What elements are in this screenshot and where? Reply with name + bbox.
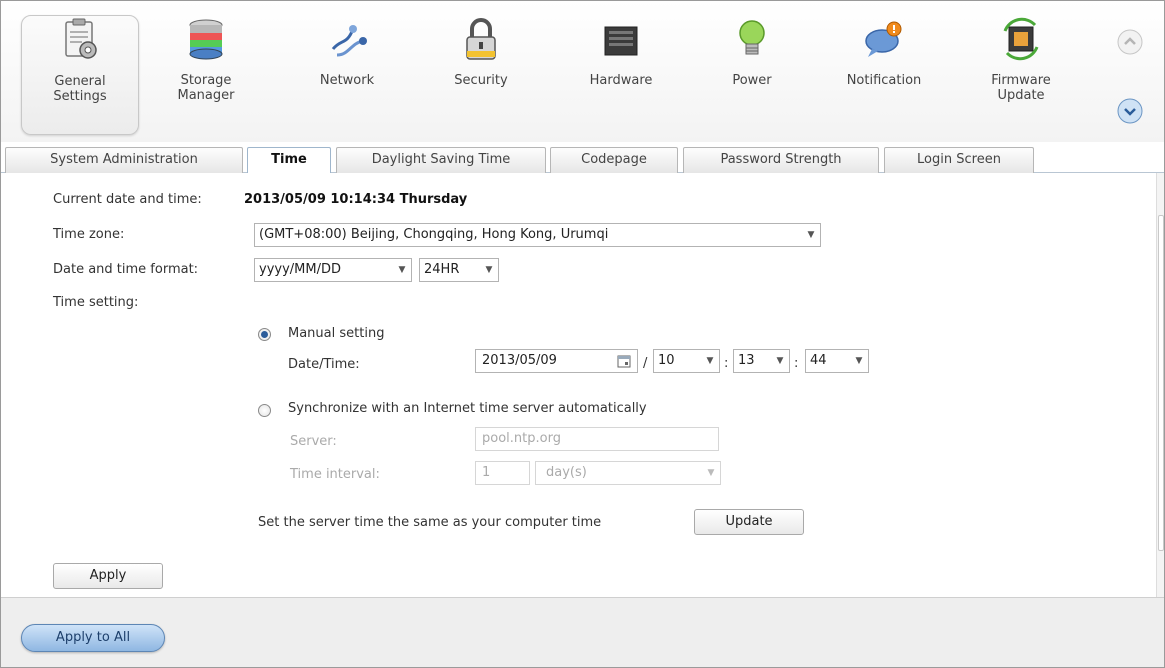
time-separator: :: [794, 356, 799, 371]
category-label: Hardware: [589, 73, 653, 88]
server-input[interactable]: pool.ntp.org: [475, 427, 719, 451]
apply-to-all-button[interactable]: Apply to All: [21, 624, 165, 652]
interval-unit-value: day(s): [546, 465, 587, 480]
timezone-label: Time zone:: [53, 227, 125, 242]
content-scrollbar[interactable]: [1156, 173, 1164, 597]
date-format-value: yyyy/MM/DD: [259, 262, 341, 277]
server-label: Server:: [290, 434, 337, 449]
chevron-down-icon: ▼: [485, 265, 493, 275]
current-datetime-value: 2013/05/09 10:14:34 Thursday: [244, 192, 468, 207]
scroll-up-icon[interactable]: [1117, 29, 1143, 55]
category-power[interactable]: Power: [707, 15, 797, 135]
manual-setting-label: Manual setting: [288, 326, 385, 341]
category-toolbar: General Settings Storage Manager Network…: [1, 1, 1164, 142]
sync-server-label: Synchronize with an Internet time server…: [288, 401, 647, 416]
hardware-icon: [604, 26, 638, 56]
hour-value: 10: [658, 353, 675, 368]
storage-manager-icon: [189, 19, 223, 60]
chevron-down-icon: ▼: [707, 468, 715, 478]
sync-server-radio[interactable]: [258, 404, 271, 417]
tab-password-strength[interactable]: Password Strength: [683, 147, 879, 173]
settings-tabs: System Administration Time Daylight Savi…: [1, 142, 1164, 174]
network-icon: [331, 25, 367, 57]
timezone-select[interactable]: (GMT+08:00) Beijing, Chongqing, Hong Kon…: [254, 223, 821, 247]
category-label: Storage Manager: [177, 73, 235, 103]
time-settings-panel: Current date and time: 2013/05/09 10:14:…: [1, 173, 1164, 597]
current-datetime-label: Current date and time:: [53, 192, 202, 207]
category-security[interactable]: Security: [431, 15, 531, 135]
tab-time[interactable]: Time: [247, 147, 331, 174]
power-bulb-icon: [739, 20, 765, 55]
date-value: 2013/05/09: [482, 353, 557, 368]
category-storage-manager[interactable]: Storage Manager: [151, 15, 261, 135]
category-notification[interactable]: Notification: [829, 15, 939, 135]
category-hardware[interactable]: Hardware: [571, 15, 671, 135]
category-label: Network: [319, 73, 375, 88]
second-select[interactable]: 44 ▼: [805, 349, 869, 373]
footer-bar: Apply to All: [1, 597, 1164, 667]
time-separator: :: [724, 356, 729, 371]
minute-select[interactable]: 13 ▼: [733, 349, 790, 373]
set-server-time-text: Set the server time the same as your com…: [258, 515, 602, 530]
hour-select[interactable]: 10 ▼: [653, 349, 720, 373]
tab-login-screen[interactable]: Login Screen: [884, 147, 1034, 173]
calendar-icon[interactable]: [617, 354, 631, 368]
time-format-select[interactable]: 24HR ▼: [419, 258, 499, 282]
category-label: Notification: [846, 73, 922, 88]
scrollbar-thumb[interactable]: [1158, 215, 1164, 551]
scroll-down-icon[interactable]: [1117, 98, 1143, 124]
time-format-value: 24HR: [424, 262, 460, 277]
datetime-format-label: Date and time format:: [53, 262, 199, 277]
chevron-down-icon: ▼: [398, 265, 406, 275]
time-setting-label: Time setting:: [53, 295, 139, 310]
time-interval-label: Time interval:: [290, 467, 380, 482]
chevron-down-icon: ▼: [776, 356, 784, 366]
notification-icon: [865, 21, 902, 57]
chevron-down-icon: ▼: [807, 230, 815, 240]
interval-input[interactable]: 1: [475, 461, 530, 485]
date-time-separator: /: [643, 356, 648, 371]
category-label: General Settings: [53, 74, 107, 104]
category-firmware-update[interactable]: Firmware Update: [971, 15, 1071, 135]
second-value: 44: [810, 353, 827, 368]
general-settings-icon: [65, 18, 97, 59]
tab-codepage[interactable]: Codepage: [550, 147, 678, 173]
interval-value: 1: [482, 465, 491, 480]
date-format-select[interactable]: yyyy/MM/DD ▼: [254, 258, 412, 282]
apply-button[interactable]: Apply: [53, 563, 163, 589]
datetime-label: Date/Time:: [288, 357, 360, 372]
category-network[interactable]: Network: [297, 15, 397, 135]
category-general-settings[interactable]: General Settings: [21, 15, 139, 135]
chevron-down-icon: ▼: [706, 356, 714, 366]
firmware-update-icon: [1003, 17, 1039, 61]
interval-unit-select[interactable]: day(s) ▼: [535, 461, 721, 485]
category-label: Power: [732, 73, 772, 88]
category-label: Firmware Update: [991, 73, 1051, 103]
chevron-down-icon: ▼: [855, 356, 863, 366]
security-lock-icon: [466, 18, 496, 60]
update-button[interactable]: Update: [694, 509, 804, 535]
settings-window: General Settings Storage Manager Network…: [0, 0, 1165, 668]
category-label: Security: [454, 73, 508, 88]
tab-daylight-saving-time[interactable]: Daylight Saving Time: [336, 147, 546, 173]
date-input[interactable]: 2013/05/09: [475, 349, 638, 373]
tab-system-administration[interactable]: System Administration: [5, 147, 243, 173]
server-value: pool.ntp.org: [482, 431, 561, 446]
timezone-value: (GMT+08:00) Beijing, Chongqing, Hong Kon…: [259, 227, 609, 242]
minute-value: 13: [738, 353, 755, 368]
manual-setting-radio[interactable]: [258, 328, 271, 341]
